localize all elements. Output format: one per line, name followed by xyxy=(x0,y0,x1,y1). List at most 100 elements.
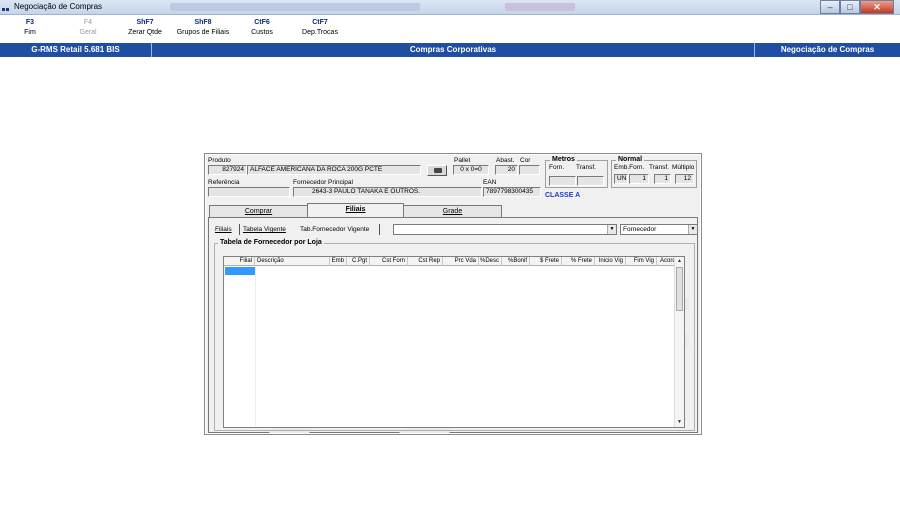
table-title: Tabela de Fornecedor por Loja xyxy=(218,239,324,246)
window-titlebar: Negociação de Compras – □ ✕ xyxy=(0,0,900,20)
metros-transf-label: Transf. xyxy=(576,164,596,171)
selected-cell[interactable] xyxy=(225,267,255,275)
col-filial[interactable]: Filial xyxy=(224,257,255,266)
tipo-combo[interactable]: Fornecedor ▼ xyxy=(620,224,698,235)
version-label: G-RMS Retail 5.681 BIS xyxy=(0,43,152,57)
normal-title: Normal xyxy=(616,156,645,163)
fkey-label: Zerar Qtde xyxy=(128,29,162,36)
product-search-button[interactable] xyxy=(427,165,447,176)
fornecedor-loja-table[interactable]: Filial Descrição Emb C.Pgt Cst Forn Cst … xyxy=(223,256,685,428)
fkey-shortcut: CtF7 xyxy=(312,19,328,26)
table-scrollbar[interactable]: ▲ ▼ xyxy=(674,257,684,427)
col-fim-vig[interactable]: Fim Vig xyxy=(626,257,657,266)
chevron-down-icon[interactable]: ▼ xyxy=(607,225,616,234)
col-inicio-vig[interactable]: Inicio Vig xyxy=(595,257,626,266)
tab-grade[interactable]: Grade xyxy=(403,205,502,217)
ean-field[interactable]: 7897798300435 xyxy=(483,187,541,197)
fkey-shortcut: F3 xyxy=(25,19,35,26)
subtab-tab-fornecedor-label: Tab.Fornecedor Vigente xyxy=(300,226,370,233)
fkey-shortcut: CtF6 xyxy=(254,19,270,26)
filtro-combo[interactable]: ▼ xyxy=(393,224,617,235)
scroll-down-icon[interactable]: ▼ xyxy=(675,418,684,427)
minimize-button[interactable]: – xyxy=(820,0,840,14)
fkey-label: Fim xyxy=(24,29,36,36)
normal-transf-field[interactable]: 1 xyxy=(654,174,671,184)
fkey-label: Dep.Trocas xyxy=(302,29,338,36)
window-controls: – □ ✕ xyxy=(820,0,894,14)
emb-forn-field[interactable]: 1 xyxy=(629,174,649,184)
fkey-shortcut: ShF8 xyxy=(194,19,212,26)
tab-comprar[interactable]: Comprar xyxy=(209,205,308,217)
metros-title: Metros xyxy=(550,156,577,163)
col-frete-valor[interactable]: $ Frete xyxy=(530,257,562,266)
column-divider xyxy=(255,266,256,427)
fkey-grupos-filiais[interactable]: ShF8 Grupos de Filiais xyxy=(173,19,233,36)
referencia-field[interactable] xyxy=(208,187,290,197)
module-label: Compras Corporativas xyxy=(152,43,755,57)
col-bonif[interactable]: %Bonif xyxy=(502,257,530,266)
emb-forn-label: Emb.Forn. xyxy=(614,164,645,171)
col-cst-forn[interactable]: Cst Forn xyxy=(370,257,408,266)
filiais-tab-content: Filiais Tabela Vigente Tab.Fornecedor Vi… xyxy=(208,217,698,433)
status-bar: G-RMS Retail 5.681 BIS Compras Corporati… xyxy=(0,43,900,57)
fkey-dep-trocas[interactable]: CtF7 Dep.Trocas xyxy=(290,19,350,36)
pallet-field[interactable]: 0 x 0=0 xyxy=(453,165,489,175)
scroll-thumb[interactable] xyxy=(676,267,683,311)
app-icon xyxy=(2,4,12,20)
normal-group: Normal Emb.Forn. Transf. Múltiplo UN 1 1… xyxy=(611,156,697,188)
subtab-separator xyxy=(239,224,240,235)
fornecedor-field[interactable]: 2643-3 PAULO TANAKA E OUTROS. xyxy=(293,187,482,197)
multiplo-label: Múltiplo xyxy=(672,164,695,171)
cor-label: Cor xyxy=(520,157,531,164)
subtab-tabela-vigente[interactable]: Tabela Vigente xyxy=(243,226,286,233)
fkey-label: Geral xyxy=(79,29,97,36)
screen-label: Negociação de Compras xyxy=(780,45,875,54)
tipo-combo-value: Fornecedor xyxy=(623,226,657,233)
tab-label: Grade xyxy=(442,208,463,215)
metros-forn-label: Forn. xyxy=(549,164,565,171)
fkey-fim[interactable]: F3 Fim xyxy=(0,19,60,36)
subtab-tabela-vigente-label: Tabela Vigente xyxy=(243,226,286,233)
metros-forn-field[interactable] xyxy=(549,176,576,186)
table-header: Filial Descrição Emb C.Pgt Cst Forn Cst … xyxy=(224,257,684,266)
fkey-label: Grupos de Filiais xyxy=(176,29,230,36)
multiplo-field[interactable]: 12 xyxy=(675,174,694,184)
col-emb[interactable]: Emb xyxy=(330,257,347,266)
close-button[interactable]: ✕ xyxy=(860,0,894,14)
abast-label: Abast. xyxy=(496,157,515,164)
chevron-down-icon[interactable]: ▼ xyxy=(688,225,697,234)
fkey-custos[interactable]: CtF6 Custos xyxy=(232,19,292,36)
produto-descricao-field[interactable]: ALFACE AMERICANA DA ROCA 200G PCTE xyxy=(247,165,421,175)
fkey-shortcut: ShF7 xyxy=(136,19,154,26)
tab-filiais[interactable]: Filiais xyxy=(307,203,404,217)
fkey-label: Custos xyxy=(251,29,273,36)
normal-transf-label: Transf. xyxy=(649,164,669,171)
scroll-up-icon[interactable]: ▲ xyxy=(675,257,684,266)
emb-unit-field[interactable]: UN xyxy=(614,174,628,184)
fkey-zerar-qtde[interactable]: ShF7 Zerar Qtde xyxy=(115,19,175,36)
subtab-separator xyxy=(379,224,380,235)
blurred-title-region xyxy=(170,3,420,11)
subtab-filiais[interactable]: Filiais xyxy=(215,226,232,233)
col-prc-vda[interactable]: Prc Vda xyxy=(443,257,479,266)
ean-label: EAN xyxy=(483,179,497,186)
fkey-geral[interactable]: F4 Geral xyxy=(58,19,118,36)
abast-field[interactable]: 20 xyxy=(495,165,518,175)
produto-codigo-field[interactable]: 827924 xyxy=(208,165,247,175)
fkey-shortcut: F4 xyxy=(83,19,93,26)
negociacao-panel: Produto 827924 ALFACE AMERICANA DA ROCA … xyxy=(204,153,702,435)
col-frete-perc[interactable]: % Frete xyxy=(562,257,595,266)
col-cst-rep[interactable]: Cst Rep xyxy=(408,257,443,266)
blurred-title-region xyxy=(505,3,575,11)
metros-transf-field[interactable] xyxy=(577,176,604,186)
col-descricao[interactable]: Descrição xyxy=(255,257,330,266)
subtab-tab-fornecedor[interactable]: Tab.Fornecedor Vigente xyxy=(300,226,369,233)
maximize-button[interactable]: □ xyxy=(840,0,860,14)
pallet-label: Pallet xyxy=(454,157,471,164)
col-desc[interactable]: %Desc xyxy=(479,257,502,266)
produto-label: Produto xyxy=(208,157,231,164)
classe-label: CLASSE A xyxy=(545,192,581,199)
cor-field[interactable] xyxy=(519,165,540,175)
col-cpgt[interactable]: C.Pgt xyxy=(347,257,370,266)
tab-label: Comprar xyxy=(244,208,273,215)
